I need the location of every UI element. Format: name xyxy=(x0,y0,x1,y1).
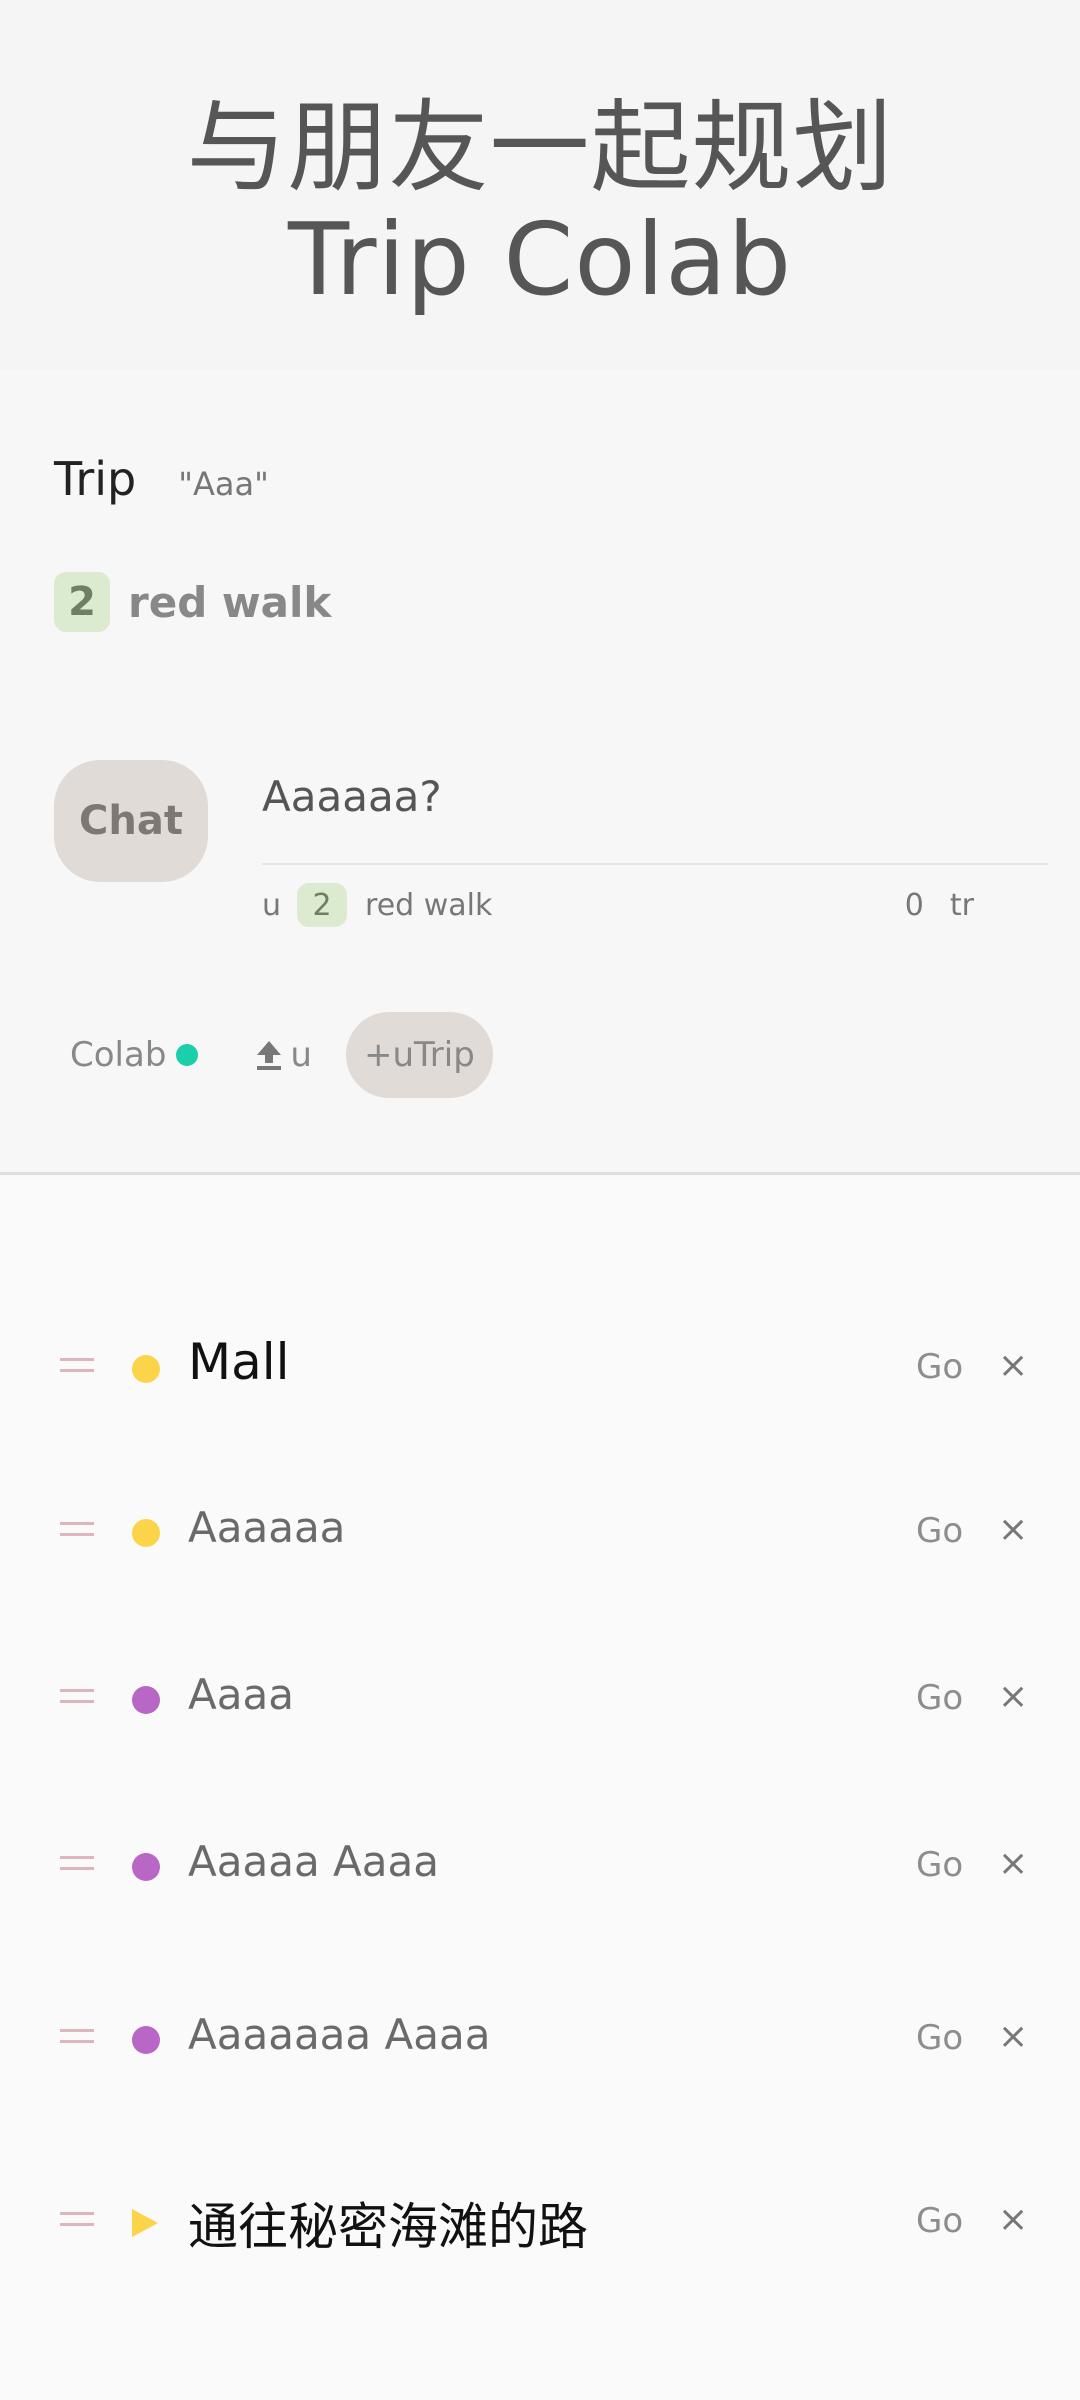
marker-dot-icon xyxy=(132,1355,160,1383)
action-row: Colab u +uTrip xyxy=(70,1012,493,1098)
hero-title-line-2: Trip Colab xyxy=(287,201,793,318)
marker-dot-icon xyxy=(132,2026,160,2054)
list-item[interactable]: Aaaaa Aaaa Go × xyxy=(0,1813,1080,1923)
list-item[interactable]: Aaaaaa Go × xyxy=(0,1479,1080,1589)
meta-suffix: tr xyxy=(949,887,974,923)
close-icon[interactable]: × xyxy=(998,1509,1028,1550)
trip-label: Trip xyxy=(54,452,137,506)
item-title: Aaaaa Aaaa xyxy=(188,1837,439,1886)
drag-handle-icon[interactable] xyxy=(60,2212,94,2226)
drag-handle-icon[interactable] xyxy=(60,1689,94,1703)
close-icon[interactable]: × xyxy=(998,1843,1028,1884)
item-title: Mall xyxy=(188,1333,290,1391)
trip-header: Trip "Aaa" xyxy=(54,452,269,506)
go-button[interactable]: Go xyxy=(916,2018,963,2058)
item-title: Aaaa xyxy=(188,1670,294,1719)
close-icon[interactable]: × xyxy=(998,1676,1028,1717)
close-icon[interactable]: × xyxy=(998,2016,1028,2057)
marker-triangle-icon xyxy=(132,2209,158,2237)
route-name: red walk xyxy=(128,577,332,627)
marker-dot-icon xyxy=(132,1853,160,1881)
close-icon[interactable]: × xyxy=(998,2199,1028,2240)
drag-handle-icon[interactable] xyxy=(60,2029,94,2043)
marker-dot-icon xyxy=(132,1519,160,1547)
online-status-dot xyxy=(176,1044,199,1066)
meta-prefix: u xyxy=(262,887,282,923)
go-button[interactable]: Go xyxy=(916,2201,963,2241)
chat-message: Aaaaaa? xyxy=(262,772,442,821)
chat-button[interactable]: Chat xyxy=(54,760,208,882)
meta-count: 0 xyxy=(904,887,924,923)
go-button[interactable]: Go xyxy=(916,1347,963,1387)
trip-quote: "Aaa" xyxy=(178,465,269,503)
add-trip-button[interactable]: +uTrip xyxy=(345,1012,493,1098)
drag-handle-icon[interactable] xyxy=(60,1522,94,1536)
list-item[interactable]: 通往秘密海滩的路 Go × xyxy=(0,2169,1080,2279)
message-divider xyxy=(262,863,1048,865)
go-button[interactable]: Go xyxy=(916,1845,963,1885)
route-badge: 2 xyxy=(54,572,110,632)
meta-badge: 2 xyxy=(297,883,348,927)
item-title: Aaaaaa xyxy=(188,1503,346,1552)
hero-title: 与朋友一起规划 Trip Colab xyxy=(0,92,1080,316)
list-item[interactable]: Aaaaaaa Aaaa Go × xyxy=(0,1986,1080,2096)
message-meta: u 2 red walk 0 tr xyxy=(262,880,1048,930)
colab-label: Colab xyxy=(70,1035,167,1075)
stop-list: Mall Go × Aaaaaa Go × Aaaa Go × Aaaaa Aa… xyxy=(0,1175,1080,2400)
route-summary: 2 red walk xyxy=(54,572,331,632)
list-item[interactable]: Aaaa Go × xyxy=(0,1646,1080,1756)
meta-route: red walk xyxy=(365,887,493,923)
list-item[interactable]: Mall Go × xyxy=(0,1315,1080,1425)
item-title: Aaaaaaa Aaaa xyxy=(188,2010,491,2059)
item-title: 通往秘密海滩的路 xyxy=(188,2198,588,2256)
drag-handle-icon[interactable] xyxy=(60,1358,94,1372)
close-icon[interactable]: × xyxy=(998,1345,1028,1386)
drag-handle-icon[interactable] xyxy=(60,1856,94,1870)
go-button[interactable]: Go xyxy=(916,1678,963,1718)
upload-label: u xyxy=(290,1035,312,1075)
upload-button[interactable]: u xyxy=(254,1035,312,1075)
upload-icon xyxy=(257,1041,282,1070)
go-button[interactable]: Go xyxy=(916,1511,963,1551)
hero-title-line-1: 与朋友一起规划 xyxy=(186,89,894,206)
hero-banner: 与朋友一起规划 Trip Colab xyxy=(0,0,1080,370)
marker-dot-icon xyxy=(132,1686,160,1714)
